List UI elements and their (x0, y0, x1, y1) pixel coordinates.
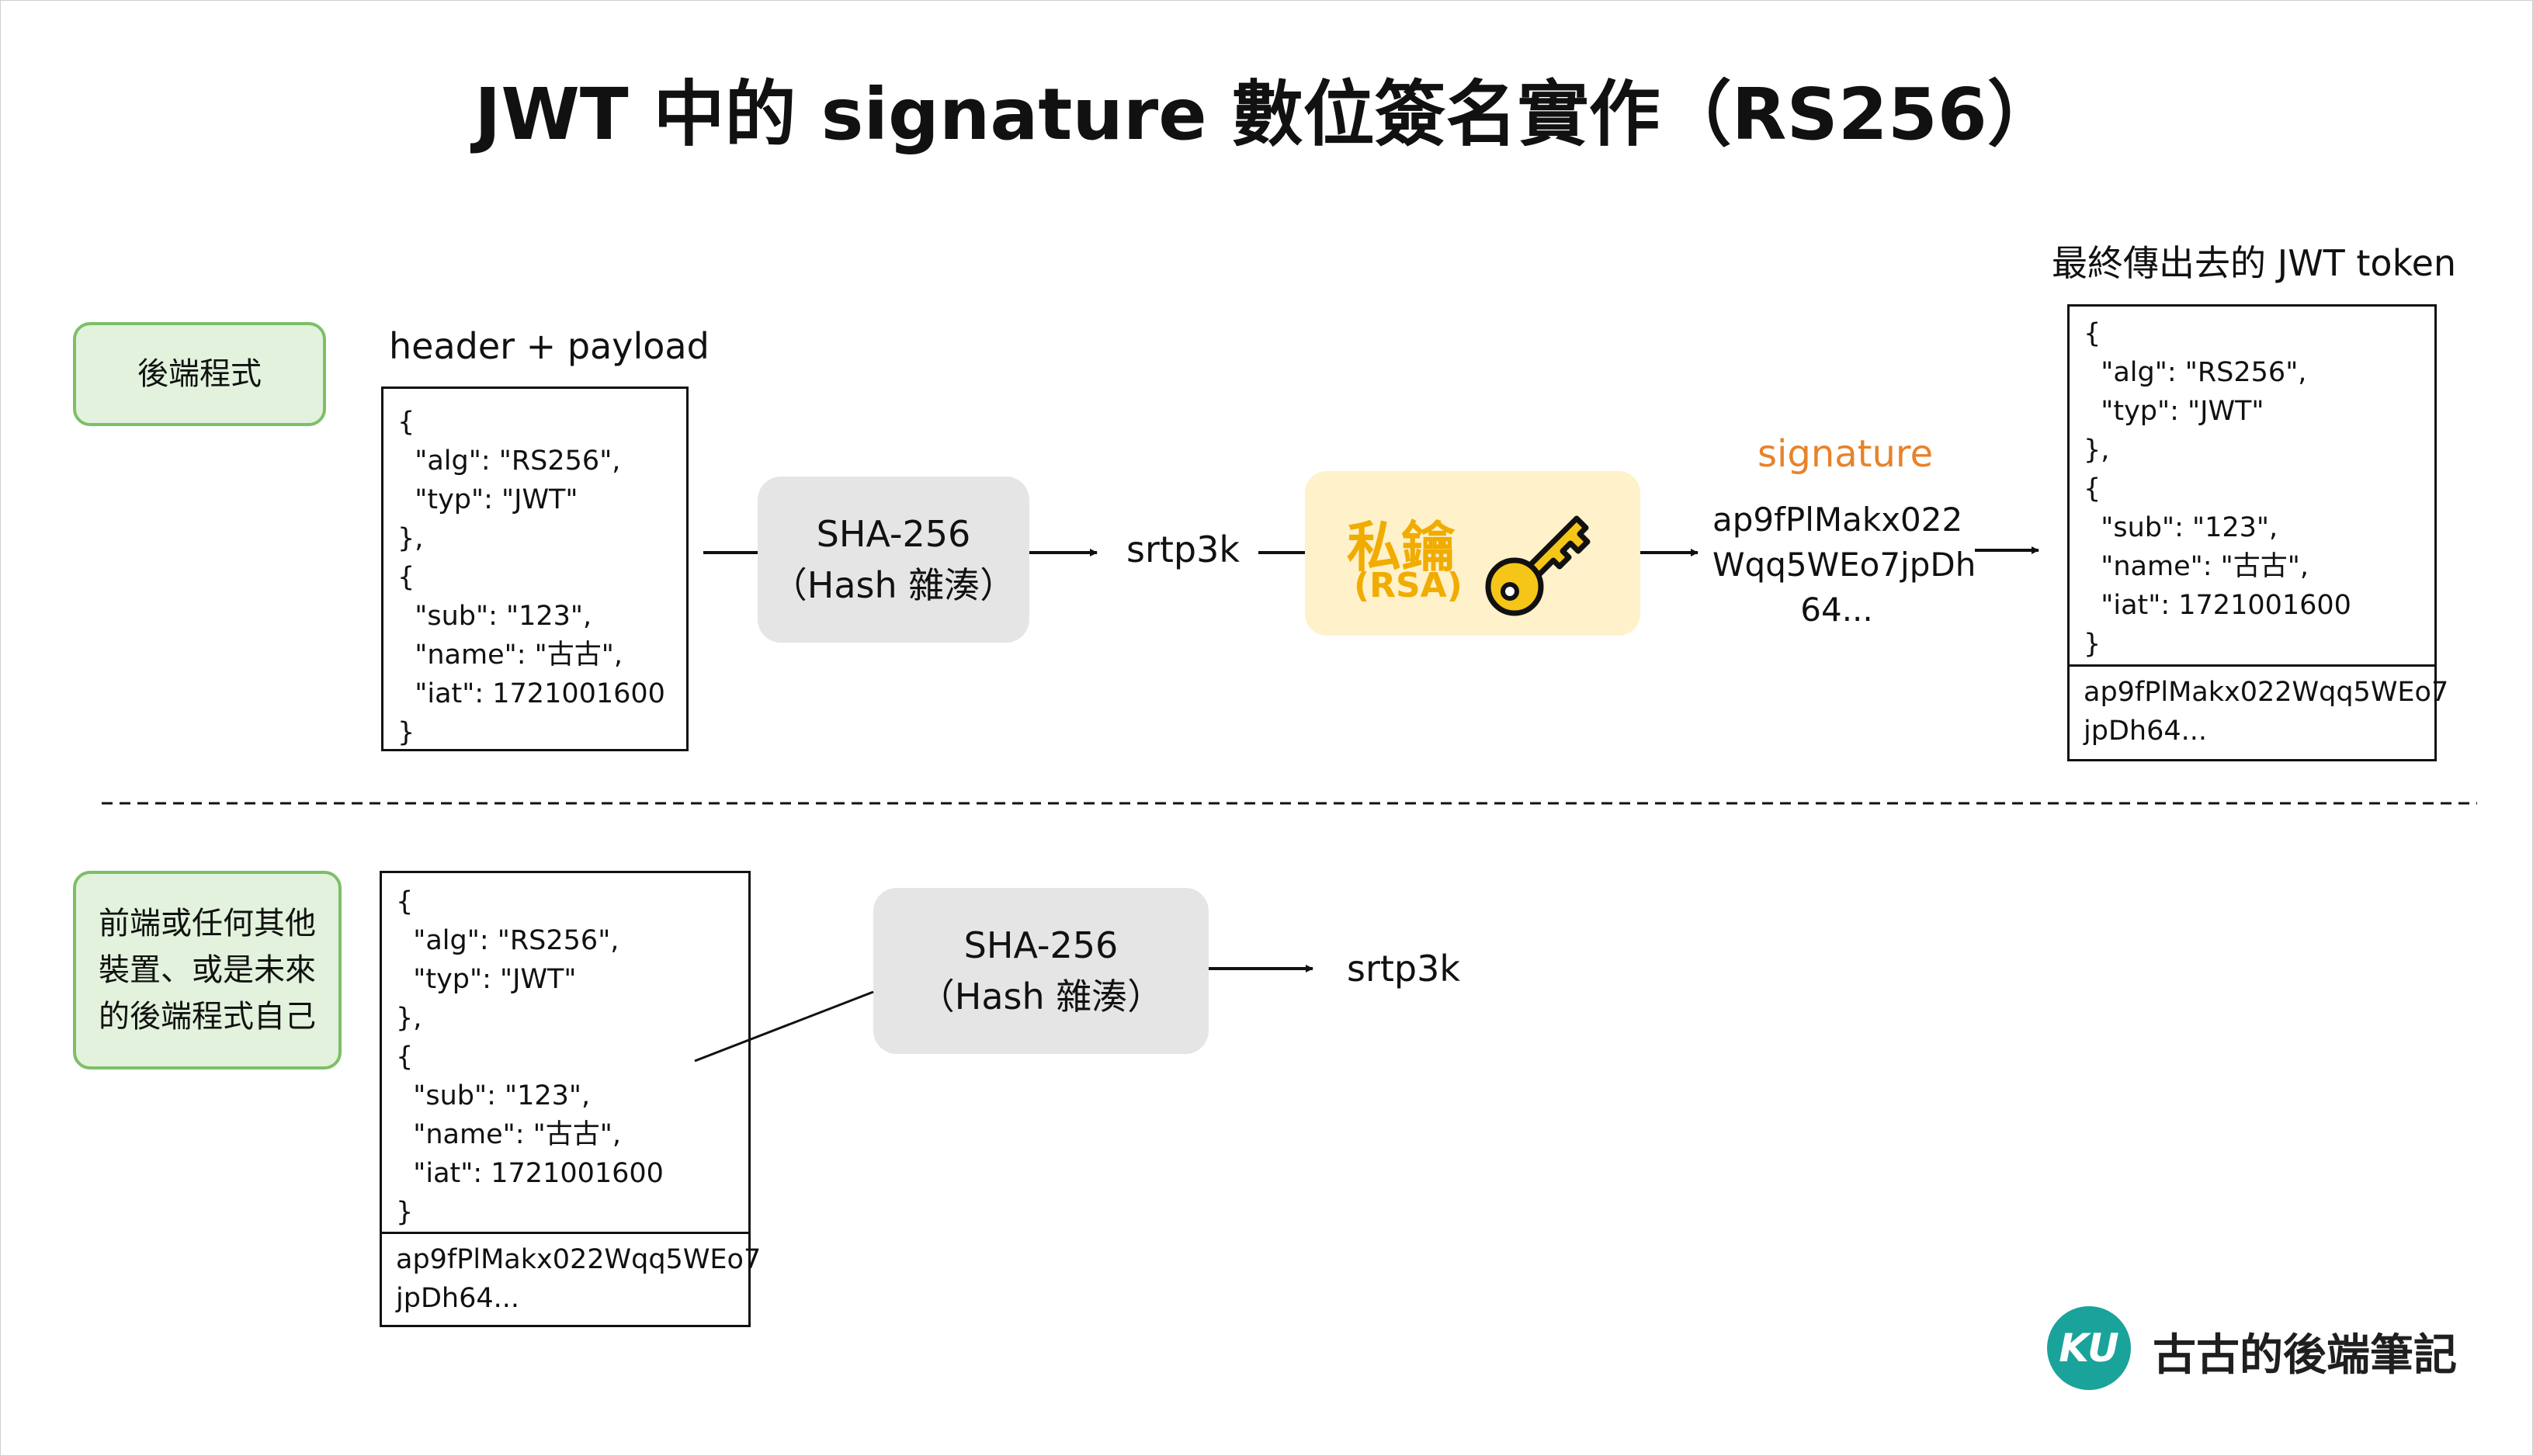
connector-line (694, 990, 874, 1063)
diagram-canvas: JWT 中的 signature 數位簽名實作（RS256） 後端程式 head… (0, 0, 2533, 1456)
connectors-layer (102, 546, 2477, 1063)
